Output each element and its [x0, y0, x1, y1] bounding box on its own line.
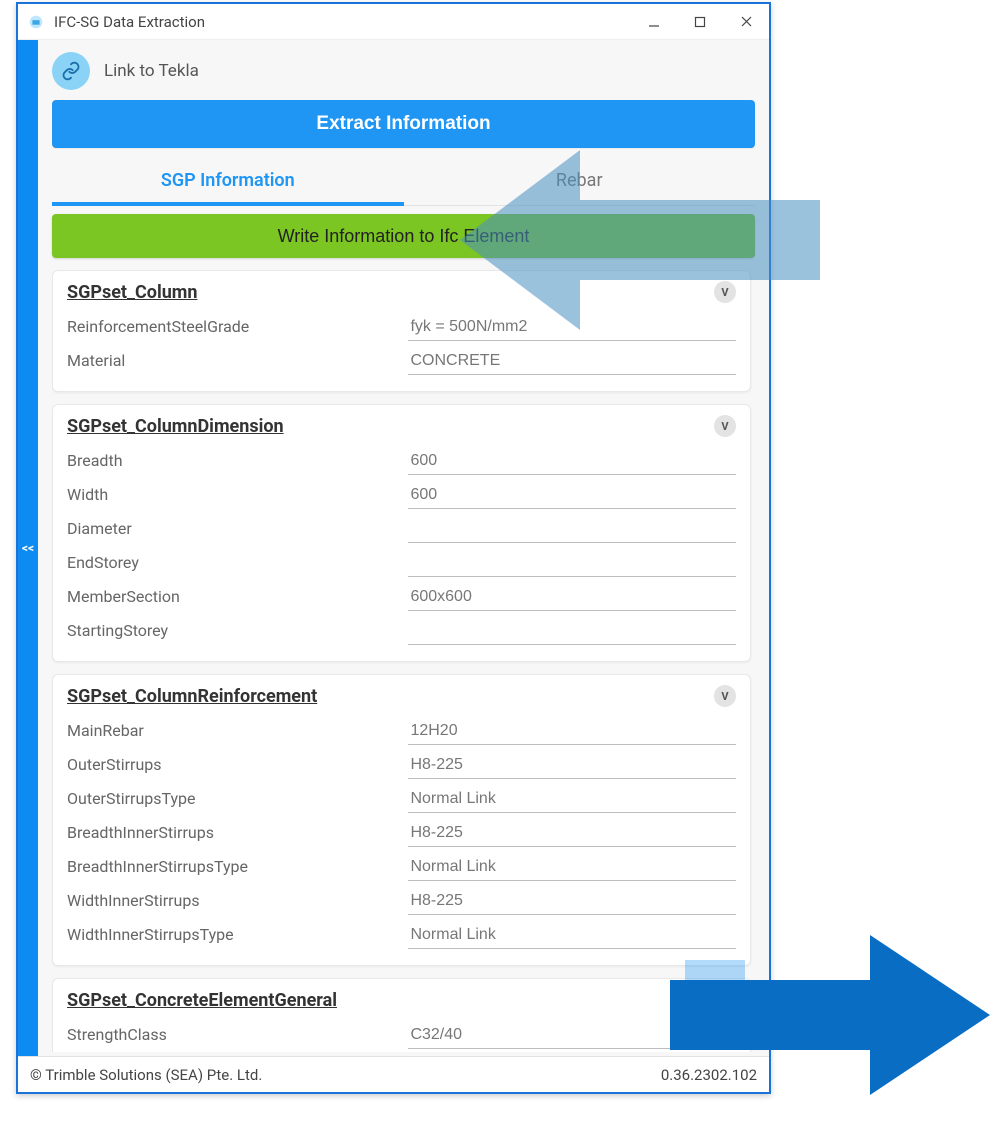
copyright-text: © Trimble Solutions (SEA) Pte. Ltd.	[30, 1066, 262, 1084]
collapse-toggle-icon[interactable]: V	[714, 685, 736, 707]
property-value-input[interactable]	[408, 786, 736, 813]
property-label: StartingStorey	[67, 615, 394, 645]
property-label: StrengthClass	[67, 1019, 394, 1049]
property-label: MemberSection	[67, 581, 394, 611]
write-to-ifc-button[interactable]: Write Information to Ifc Element	[52, 214, 755, 258]
card-title: SGPset_ConcreteElementGeneral	[67, 990, 337, 1011]
collapse-toggle-icon[interactable]: V	[714, 415, 736, 437]
property-label: Breadth	[67, 445, 394, 475]
card-sgpset-column: SGPset_Column V ReinforcementSteelGrade …	[52, 270, 751, 392]
property-value-input[interactable]	[408, 752, 736, 779]
link-to-tekla-label: Link to Tekla	[104, 61, 199, 81]
property-value-input[interactable]	[408, 854, 736, 881]
property-value-input[interactable]	[408, 448, 736, 475]
collapse-toggle-icon[interactable]: V	[714, 989, 736, 1011]
property-label: Diameter	[67, 513, 394, 543]
property-label: Material	[67, 345, 394, 375]
property-row: Material	[67, 345, 736, 375]
tab-rebar[interactable]: Rebar	[404, 154, 756, 205]
property-value-input[interactable]	[408, 820, 736, 847]
property-value-input[interactable]	[408, 584, 736, 611]
card-title: SGPset_Column	[67, 282, 197, 303]
card-sgpset-columndimension: SGPset_ColumnDimension V Breadth Width D…	[52, 404, 751, 662]
property-value-input[interactable]	[408, 888, 736, 915]
property-label: ReinforcementSteelGrade	[67, 311, 394, 341]
property-label: WidthInnerStirrupsType	[67, 919, 394, 949]
property-label: OuterStirrupsType	[67, 783, 394, 813]
property-label: Width	[67, 479, 394, 509]
titlebar: IFC-SG Data Extraction	[18, 4, 769, 40]
link-to-tekla-row: Link to Tekla	[52, 52, 755, 90]
card-title: SGPset_ColumnDimension	[67, 416, 284, 437]
property-cards-scroll[interactable]: SGPset_Column V ReinforcementSteelGrade …	[52, 270, 755, 1052]
property-label: BreadthInnerStirrupsType	[67, 851, 394, 881]
property-value-input[interactable]	[408, 550, 736, 577]
property-value-input[interactable]	[408, 618, 736, 645]
card-sgpset-concreteelementgeneral: SGPset_ConcreteElementGeneral V Strength…	[52, 978, 751, 1052]
property-row: ReinforcementSteelGrade	[67, 311, 736, 341]
property-value-input[interactable]	[408, 718, 736, 745]
tab-sgp-information[interactable]: SGP Information	[52, 154, 404, 205]
collapse-toggle-icon[interactable]: V	[714, 281, 736, 303]
app-window: IFC-SG Data Extraction << Link to Tekla …	[16, 2, 771, 1094]
link-icon[interactable]	[52, 52, 90, 90]
property-value-input[interactable]	[408, 482, 736, 509]
sidebar-toggle-icon: <<	[22, 541, 34, 555]
property-label: OuterStirrups	[67, 749, 394, 779]
footer: © Trimble Solutions (SEA) Pte. Ltd. 0.36…	[18, 1056, 769, 1092]
tab-bar: SGP Information Rebar	[52, 154, 755, 206]
app-icon	[26, 12, 46, 32]
property-label: EndStorey	[67, 547, 394, 577]
maximize-button[interactable]	[677, 5, 723, 39]
version-text: 0.36.2302.102	[661, 1066, 757, 1084]
card-sgpset-columnreinforcement: SGPset_ColumnReinforcement V MainRebar O…	[52, 674, 751, 966]
property-value-input[interactable]	[408, 1022, 736, 1049]
minimize-button[interactable]	[631, 5, 677, 39]
close-button[interactable]	[723, 5, 769, 39]
property-value-input[interactable]	[408, 314, 736, 341]
property-label: MainRebar	[67, 715, 394, 745]
property-label: BreadthInnerStirrups	[67, 817, 394, 847]
property-value-input[interactable]	[408, 348, 736, 375]
property-value-input[interactable]	[408, 516, 736, 543]
sidebar-collapse-strip[interactable]: <<	[18, 40, 38, 1056]
property-label: WidthInnerStirrups	[67, 885, 394, 915]
window-title: IFC-SG Data Extraction	[54, 13, 205, 31]
card-title: SGPset_ColumnReinforcement	[67, 686, 317, 707]
extract-information-button[interactable]: Extract Information	[52, 100, 755, 148]
window-controls	[631, 5, 769, 39]
property-value-input[interactable]	[408, 922, 736, 949]
